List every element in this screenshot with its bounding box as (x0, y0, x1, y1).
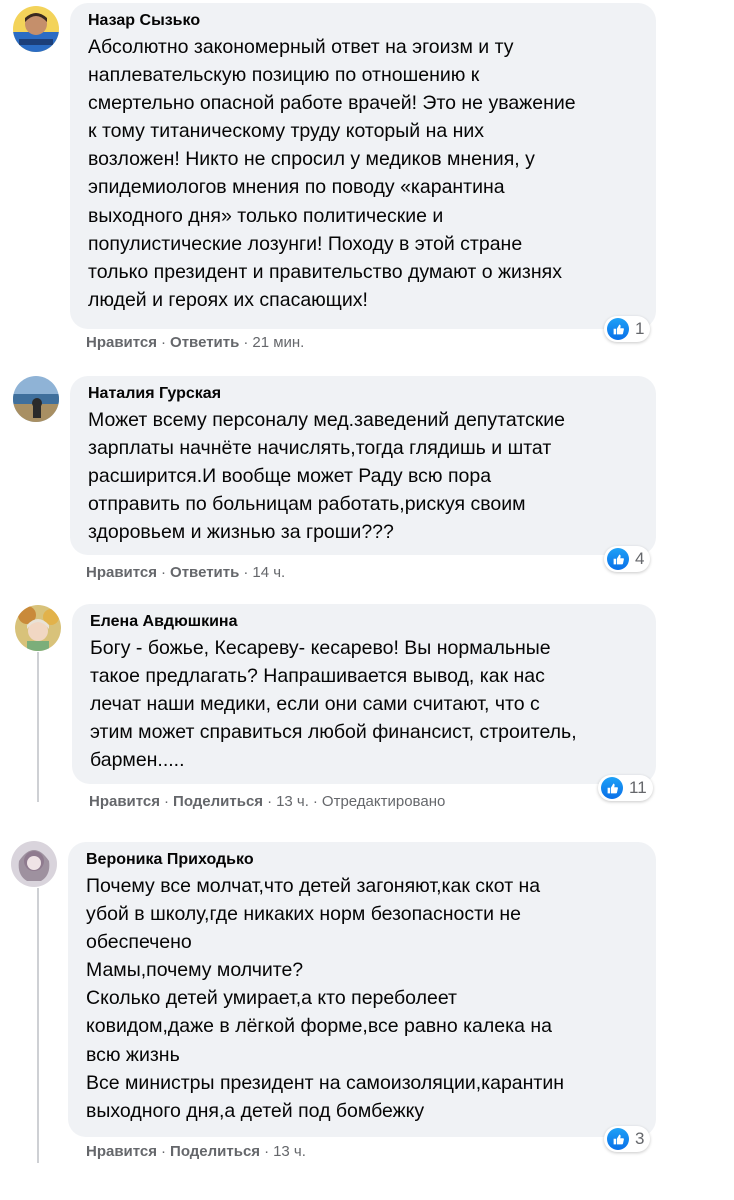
comment-bubble: Елена Авдюшкина Богу - божье, Кесареву- … (72, 604, 656, 784)
separator: · (264, 1143, 270, 1160)
like-button[interactable]: Нравится (86, 564, 157, 581)
comment-text: Абсолютно закономерный ответ на эгоизм и… (88, 33, 644, 314)
avatar-image (15, 605, 61, 651)
separator: · (312, 793, 318, 810)
separator: · (164, 793, 170, 810)
comment-text-line: лечат наши медики, если они сами считают… (90, 693, 540, 716)
comment-text: Богу - божье, Кесареву- кесарево! Вы нор… (90, 634, 644, 774)
timestamp[interactable]: 21 мин. (252, 334, 304, 351)
comment-text-line: эпидемиологов мнения по поводу «карантин… (88, 176, 505, 199)
comment-bubble: Вероника Приходько Почему все молчат,что… (68, 842, 656, 1137)
separator: · (161, 1143, 167, 1160)
avatar-image (13, 376, 59, 422)
comment-text: Может всему персоналу мед.заведений депу… (88, 406, 644, 546)
comment-text-line: Богу - божье, Кесареву- кесарево! Вы нор… (90, 637, 551, 659)
comment-bubble: Назар Сызько Абсолютно закономерный отве… (70, 3, 656, 329)
comment-text-line: наплевательскую позицию по отношению к (88, 64, 480, 87)
avatar-image (11, 841, 57, 887)
comment-text-line: бармен..... (90, 749, 185, 772)
timestamp[interactable]: 14 ч. (252, 564, 285, 581)
comment-text: Почему все молчат,что детей загоняют,как… (86, 872, 644, 1125)
reply-button[interactable]: Ответить (170, 334, 239, 351)
edited-label: Отредактировано (321, 793, 446, 810)
comment-actions: Нравится · Поделиться · 13 ч. · Отредактирован… (89, 792, 445, 812)
reply-button[interactable]: Ответить (170, 564, 239, 581)
like-thumb-icon (601, 777, 623, 799)
comment-text-line: Все министры президент на самоизоляции,к… (86, 1071, 565, 1094)
comment-actions: Нравится · Ответить · 14 ч. (86, 563, 285, 583)
reaction-summary[interactable]: 4 (604, 546, 651, 572)
comment-text-line: к тому титаническому труду который на ни… (88, 120, 485, 143)
comment-text-line: Может всему персоналу мед.заведений депу… (88, 409, 565, 431)
reaction-summary[interactable]: 3 (604, 1126, 651, 1152)
comment-text-line: отправить по больницам работать,рискуя с… (88, 493, 526, 516)
reaction-count: 1 (635, 319, 645, 338)
comment-text-line: Почему все молчат,что детей загоняют,как… (86, 875, 541, 897)
timestamp[interactable]: 13 ч. (276, 793, 309, 810)
comment-text-line: Сколько детей умирает,а кто переболеет (86, 987, 457, 1010)
comment-author[interactable]: Наталия Гурская (88, 384, 644, 404)
comment-text-line: Мамы,почему молчите? (86, 959, 304, 982)
comment-text-line: только президент и правительство думают … (88, 260, 562, 283)
comment-text-line: людей и героях их спасающих! (88, 288, 368, 311)
comment-text-line: смертельно опасной работе врачей! Это не… (88, 92, 576, 115)
like-button[interactable]: Нравится (86, 1143, 157, 1160)
comment-author[interactable]: Назар Сызько (88, 11, 644, 31)
share-button[interactable]: Поделиться (170, 1143, 260, 1160)
reaction-summary[interactable]: 11 (598, 775, 653, 801)
reaction-count: 3 (635, 1129, 645, 1148)
comment-text-line: ковидом,даже в лёгкой форме,все равно ка… (86, 1015, 552, 1038)
comment-author[interactable]: Елена Авдюшкина (90, 612, 644, 632)
comment-text-line: всю жизнь (86, 1043, 180, 1066)
reaction-summary[interactable]: 1 (604, 316, 651, 342)
comment-text-line: расширится.И вообще может Раду всю пора (88, 465, 492, 488)
like-thumb-icon (607, 318, 629, 340)
comment-author[interactable]: Вероника Приходько (86, 850, 644, 870)
avatar-nazar[interactable] (13, 6, 59, 52)
separator: · (267, 793, 273, 810)
like-thumb-icon (607, 548, 629, 570)
separator: · (243, 564, 249, 581)
like-button[interactable]: Нравится (89, 793, 160, 810)
like-button[interactable]: Нравится (86, 334, 157, 351)
comment-text-line: убой в школу,где никаких норм безопаснос… (86, 903, 521, 926)
comment-text-line: Абсолютно закономерный ответ на эгоизм и… (88, 36, 514, 58)
separator: · (243, 334, 249, 351)
comment-text-line: выходного дня» только политические и (88, 204, 444, 227)
comment-bubble: Наталия Гурская Может всему персоналу ме… (70, 376, 656, 555)
share-button[interactable]: Поделиться (173, 793, 263, 810)
timestamp[interactable]: 13 ч. (273, 1143, 306, 1160)
separator: · (161, 564, 167, 581)
avatar-natalia[interactable] (13, 376, 59, 422)
comment-text-line: такое предлагать? Напрашивается вывод, к… (90, 665, 545, 688)
comment-text-line: популистические лозунги! Походу в этой с… (88, 232, 523, 255)
thread-line (37, 652, 39, 802)
reaction-count: 11 (629, 778, 647, 797)
thread-line (37, 888, 39, 1163)
comment-text-line: этим может справиться любой финансист, с… (90, 721, 577, 744)
avatar-image (13, 6, 59, 52)
avatar-veronika[interactable] (11, 841, 57, 887)
comment-text-line: обеспечено (86, 931, 192, 954)
reaction-count: 4 (635, 549, 645, 568)
comment-text-line: возложен! Никто не спросил у медиков мне… (88, 148, 535, 171)
comment-text-line: здоровьем и жизнью за гроши??? (88, 521, 394, 544)
separator: · (161, 334, 167, 351)
avatar-elena[interactable] (15, 605, 61, 651)
comment-text-line: зарплаты начнёте начислять,тогда глядишь… (88, 437, 552, 460)
comment-text-line: выходного дня,а детей под бомбежку (86, 1099, 425, 1122)
comment-actions: Нравится · Поделиться · 13 ч. (86, 1142, 306, 1162)
like-thumb-icon (607, 1128, 629, 1150)
comment-actions: Нравится · Ответить · 21 мин. (86, 333, 304, 353)
